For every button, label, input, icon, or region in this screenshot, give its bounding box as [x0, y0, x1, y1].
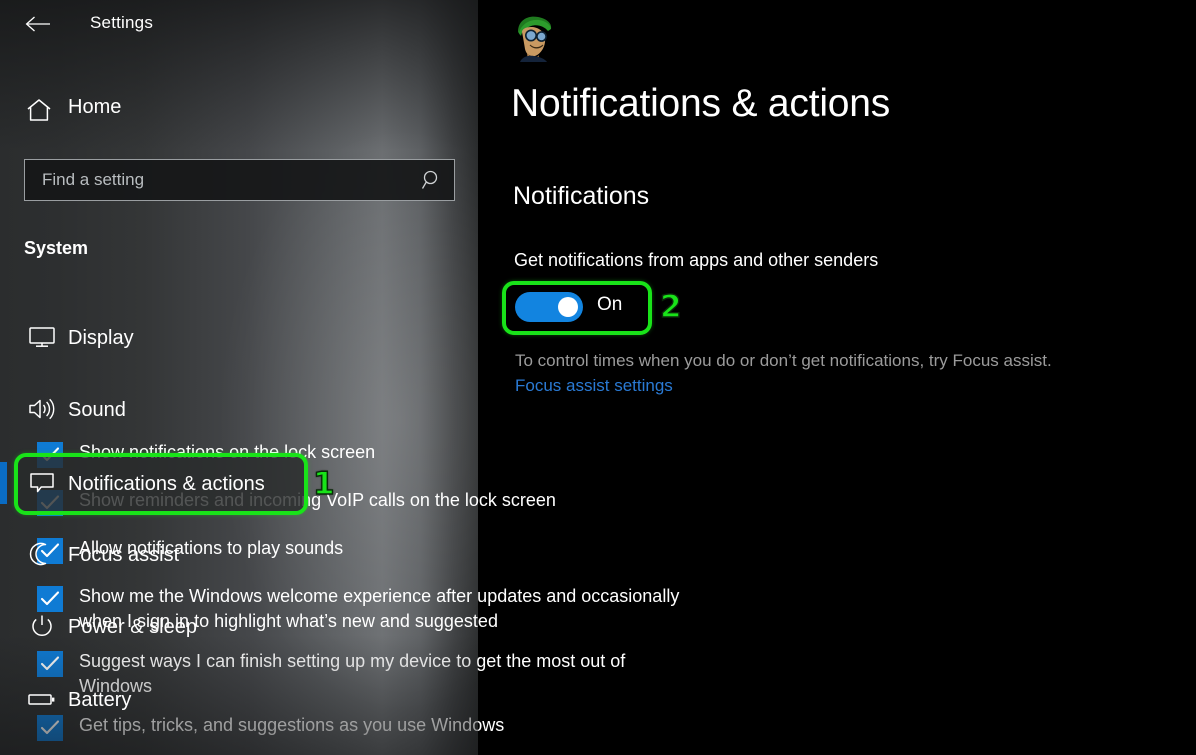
- sidebar-item-label: Power & sleep: [68, 616, 197, 638]
- sidebar-group-header: System: [24, 238, 89, 258]
- sidebar-item-label: Display: [68, 327, 134, 349]
- user-avatar-cartoon-icon: [510, 12, 558, 62]
- sidebar-item-focus-assist[interactable]: Focus assist: [0, 530, 478, 578]
- sidebar-item-label: Notifications & actions: [68, 473, 265, 495]
- page-title: Notifications & actions: [511, 82, 891, 125]
- notifications-toggle[interactable]: [515, 292, 583, 322]
- checkbox-checked-icon[interactable]: [37, 651, 63, 677]
- toggle-state-label: On: [597, 294, 623, 315]
- search-input[interactable]: [25, 170, 410, 190]
- sidebar: Settings Home System: [0, 0, 478, 755]
- sidebar-selection-indicator: [0, 462, 7, 504]
- sidebar-item-display[interactable]: Display: [0, 313, 478, 361]
- battery-icon: [22, 675, 62, 723]
- section-heading: Notifications: [513, 182, 650, 210]
- back-button[interactable]: [18, 6, 58, 42]
- callout-marker-2: 2: [659, 288, 682, 325]
- speaker-icon: [22, 385, 62, 433]
- sidebar-item-home[interactable]: Home: [0, 92, 478, 130]
- sidebar-item-label: Focus assist: [68, 544, 180, 566]
- sidebar-item-power-sleep[interactable]: Power & sleep: [0, 602, 478, 650]
- back-arrow-icon: [25, 15, 51, 33]
- callout-marker-1: 1: [312, 465, 335, 502]
- focus-assist-hint: To control times when you do or don’t ge…: [515, 351, 1052, 370]
- search-icon[interactable]: [410, 160, 454, 200]
- speech-bubble-icon: [22, 459, 62, 507]
- settings-window: Settings Home System: [0, 0, 1196, 755]
- sidebar-item-label: Battery: [68, 689, 132, 711]
- power-icon: [22, 602, 62, 650]
- sidebar-item-notifications-actions[interactable]: Notifications & actions: [0, 459, 478, 507]
- focus-assist-settings-link[interactable]: Focus assist settings: [515, 376, 673, 396]
- toggle-knob: [558, 297, 578, 317]
- sidebar-item-sound[interactable]: Sound: [0, 385, 478, 433]
- primary-setting-label: Get notifications from apps and other se…: [514, 250, 879, 270]
- sidebar-home-label: Home: [68, 96, 122, 118]
- window-title: Settings: [90, 13, 154, 32]
- monitor-icon: [22, 313, 62, 361]
- sidebar-item-label: Sound: [68, 399, 126, 421]
- search-box[interactable]: [24, 159, 455, 201]
- home-icon: [24, 95, 54, 130]
- title-bar: Settings: [0, 0, 478, 48]
- sidebar-item-battery[interactable]: Battery: [0, 675, 478, 723]
- moon-icon: [22, 530, 62, 578]
